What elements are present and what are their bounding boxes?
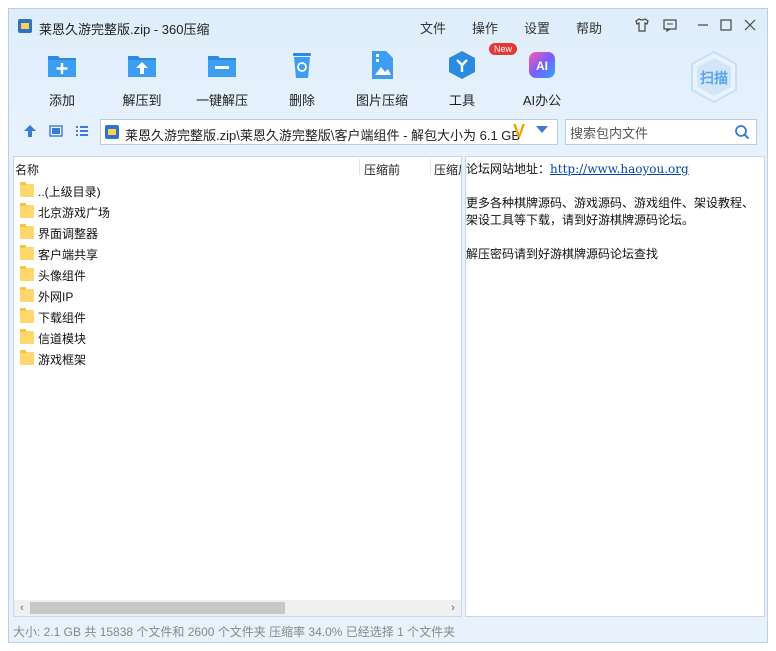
forum-link[interactable]: http://www.haoyou.org [550, 162, 689, 176]
add-label: 添加 [48, 93, 75, 108]
ai-office-icon: AI [526, 49, 558, 81]
chevron-down-icon[interactable] [536, 126, 548, 133]
scroll-left-icon[interactable]: ‹ [15, 601, 29, 615]
comment-pane: 论坛网站地址：http://www.haoyou.org 更多各种棋牌源码、游戏… [465, 156, 765, 617]
archive-icon [105, 125, 119, 139]
folder-icon [20, 245, 34, 260]
item-label: 北京游戏广场 [38, 206, 111, 220]
item-label: 下载组件 [38, 311, 87, 325]
extract-to-icon [126, 49, 158, 81]
one-click-extract-icon [206, 49, 238, 81]
shirt-icon[interactable] [634, 17, 650, 33]
up-arrow-icon[interactable] [22, 123, 38, 139]
menu-operation[interactable]: 操作 [472, 18, 498, 37]
tools-button[interactable]: New 工具 [427, 43, 518, 109]
feedback-icon[interactable] [662, 17, 678, 33]
app-window: 莱恩久游完整版.zip - 360压缩 文件 操作 设置 帮助 添加 解压到 一… [8, 8, 768, 643]
status-bar-text: 大小: 2.1 GB 共 15838 个文件和 2600 个文件夹 压缩率 34… [13, 625, 456, 639]
folder-icon [20, 329, 34, 344]
svg-text:AI: AI [536, 59, 548, 73]
comment-line: 更多各种棋牌源码、游戏源码、游戏组件、架设教程、 [466, 196, 755, 210]
column-divider[interactable] [359, 159, 360, 175]
thumbnail-view-icon[interactable] [48, 123, 64, 139]
list-view-icon[interactable] [74, 123, 90, 139]
ai-office-label: AI办公 [522, 93, 562, 108]
archive-app-icon [18, 19, 32, 33]
tools-icon: New [446, 43, 518, 81]
search-input[interactable] [566, 120, 732, 146]
folder-icon [20, 308, 34, 323]
horizontal-scrollbar[interactable]: ‹ › [14, 600, 461, 616]
folder-icon [20, 224, 34, 239]
add-icon [46, 49, 78, 81]
column-divider[interactable] [430, 159, 431, 175]
folder-icon [20, 350, 34, 365]
scan-button[interactable]: 扫描 [686, 49, 742, 105]
comment-line: 解压密码请到好游棋牌源码论坛查找 [466, 247, 659, 261]
menu-settings[interactable]: 设置 [524, 18, 550, 37]
maximize-icon[interactable] [718, 17, 734, 33]
column-after[interactable]: 压缩后 [434, 161, 461, 178]
delete-button[interactable]: 删除 [267, 49, 337, 109]
v-logo-icon[interactable]: V [513, 121, 525, 142]
item-label: 头像组件 [38, 269, 87, 283]
search-icon[interactable] [734, 124, 750, 140]
address-bar[interactable]: 莱恩久游完整版.zip\莱恩久游完整版\客户端组件 - 解包大小为 6.1 GB… [100, 119, 558, 145]
folder-icon [20, 182, 34, 197]
menu-help[interactable]: 帮助 [576, 18, 602, 37]
item-label: 客户端共享 [38, 248, 99, 262]
one-click-extract-label: 一键解压 [195, 93, 248, 108]
folder-icon [20, 203, 34, 218]
column-name[interactable]: 名称 [15, 161, 39, 178]
image-compress-label: 图片压缩 [355, 93, 408, 108]
delete-icon [286, 49, 318, 81]
item-label: 界面调整器 [38, 227, 99, 241]
comment-line: 架设工具等下载，请到好游棋牌源码论坛。 [466, 213, 695, 227]
close-icon[interactable] [742, 17, 758, 33]
title-bar: 莱恩久游完整版.zip - 360压缩 文件 操作 设置 帮助 [9, 9, 767, 43]
delete-label: 删除 [288, 93, 315, 108]
item-label: 信道模块 [38, 332, 87, 346]
menu-file[interactable]: 文件 [420, 18, 446, 37]
add-button[interactable]: 添加 [27, 49, 97, 109]
item-label: ..(上级目录) [38, 185, 101, 199]
tools-label: 工具 [448, 93, 475, 108]
forum-address-line: 论坛网站地址：http://www.haoyou.org [466, 160, 689, 177]
forum-address-label: 论坛网站地址： [466, 162, 551, 176]
column-before[interactable]: 压缩前 [364, 161, 400, 178]
scan-label: 扫描 [700, 70, 728, 86]
ai-office-button[interactable]: AI AI办公 [507, 49, 577, 109]
folder-icon [20, 266, 34, 281]
folder-icon [20, 287, 34, 302]
extract-to-label: 解压到 [122, 93, 162, 108]
item-label: 外网IP [38, 290, 74, 304]
minimize-icon[interactable] [695, 17, 711, 33]
search-box[interactable] [565, 119, 757, 146]
window-title: 莱恩久游完整版.zip - 360压缩 [39, 22, 210, 37]
image-compress-button[interactable]: 图片压缩 [347, 49, 417, 109]
item-label: 游戏框架 [38, 353, 87, 367]
one-click-extract-button[interactable]: 一键解压 [187, 49, 257, 109]
file-list-pane: 名称 压缩前 压缩后 ..(上级目录) 北京游戏广场 界面调整器 客户端共享 头… [13, 156, 462, 617]
address-path: 莱恩久游完整版.zip\莱恩久游完整版\客户端组件 - 解包大小为 6.1 GB [125, 128, 521, 143]
scrollbar-thumb[interactable] [30, 602, 285, 614]
image-compress-icon [366, 49, 398, 81]
extract-to-button[interactable]: 解压到 [107, 49, 177, 109]
scroll-right-icon[interactable]: › [446, 601, 460, 615]
